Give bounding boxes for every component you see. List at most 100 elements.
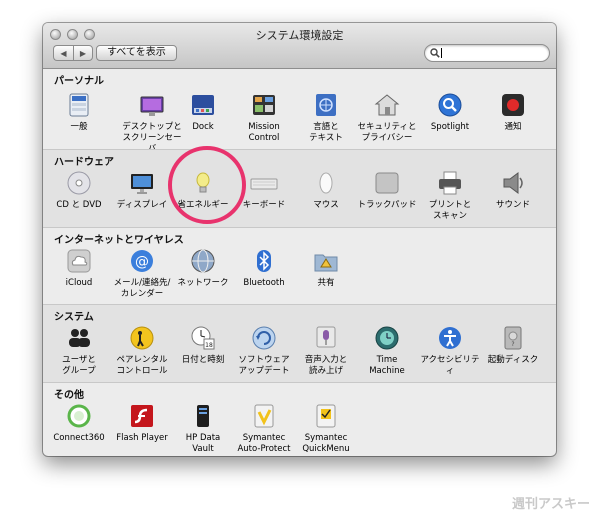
pref-mouse[interactable]: マウス	[293, 169, 359, 211]
section-system: システム ユーザと グループ ペアレンタル コントロール 18 日付と時刻 ソフ…	[43, 305, 556, 382]
pref-label: Symantec QuickMenu	[302, 433, 350, 454]
pref-network[interactable]: ネットワーク	[170, 247, 236, 289]
window-title: システム環境設定	[255, 29, 344, 42]
pref-dictation-speech[interactable]: 音声入力と 読み上げ	[293, 324, 359, 377]
at-sign-icon: @	[128, 247, 156, 275]
pref-mission-control[interactable]: Mission Control	[231, 91, 297, 144]
pref-sound[interactable]: サウンド	[480, 169, 546, 211]
pref-cd-dvd[interactable]: CD と DVD	[46, 169, 112, 211]
svg-text:18: 18	[205, 342, 213, 349]
watermark: 週刊アスキー	[511, 497, 590, 512]
pref-label: Mission Control	[248, 122, 280, 143]
pref-label: Flash Player	[116, 433, 168, 443]
parental-controls-icon	[128, 324, 156, 352]
pref-label: トラックパッド	[357, 200, 417, 210]
pref-label: ネットワーク	[177, 278, 229, 288]
pref-symantec-quickmenu[interactable]: Symantec QuickMenu	[293, 402, 359, 455]
pref-spotlight[interactable]: Spotlight	[417, 91, 483, 133]
pref-label: Bluetooth	[243, 278, 285, 288]
software-update-icon	[250, 324, 278, 352]
pref-bluetooth[interactable]: Bluetooth	[231, 247, 297, 289]
pref-users-groups[interactable]: ユーザと グループ	[46, 324, 112, 377]
section-other: その他 Connect360 Flash Player HP Data Vaul…	[43, 383, 556, 456]
pref-label: 起動ディスク	[487, 355, 539, 365]
pref-label: CD と DVD	[56, 200, 102, 210]
sharing-folder-icon	[312, 247, 340, 275]
pref-parental-controls[interactable]: ペアレンタル コントロール	[109, 324, 175, 377]
search-input[interactable]	[424, 44, 550, 62]
pref-label: ペアレンタル コントロール	[116, 355, 168, 376]
pref-label: Time Machine	[369, 355, 405, 376]
pref-accessibility[interactable]: アクセシビリティ	[417, 324, 483, 377]
bluetooth-icon	[250, 247, 278, 275]
printer-icon	[436, 169, 464, 197]
desktop-icon	[138, 91, 166, 119]
pref-displays[interactable]: ディスプレイ	[109, 169, 175, 211]
section-title: インターネットとワイヤレス	[54, 235, 184, 246]
pref-print-scan[interactable]: プリントと スキャン	[417, 169, 483, 222]
svg-text:@: @	[135, 254, 149, 270]
hard-disk-icon: ?	[499, 324, 527, 352]
pref-label: Symantec Auto-Protect	[237, 433, 291, 454]
pref-label: プリントと スキャン	[428, 200, 472, 221]
keyboard-icon	[250, 169, 278, 197]
general-icon	[65, 91, 93, 119]
svg-text:?: ?	[511, 341, 514, 348]
pref-label: 言語と テキスト	[309, 122, 343, 143]
pref-label: アクセシビリティ	[420, 355, 480, 376]
pref-time-machine[interactable]: Time Machine	[354, 324, 420, 377]
flag-icon	[312, 91, 340, 119]
pref-general[interactable]: 一般	[46, 91, 112, 133]
pref-label: 通知	[504, 122, 522, 132]
pref-label: iCloud	[65, 278, 93, 288]
hp-vault-icon	[189, 402, 217, 430]
display-icon	[128, 169, 156, 197]
pref-label: ディスプレイ	[116, 200, 168, 210]
show-all-button[interactable]: すべてを表示	[96, 45, 177, 61]
pref-icloud[interactable]: iCloud	[46, 247, 112, 289]
pref-mail-contacts-calendars[interactable]: @ メール/連絡先/ カレンダー	[109, 247, 175, 300]
spotlight-icon	[436, 91, 464, 119]
pref-label: サウンド	[495, 200, 530, 210]
users-icon	[65, 324, 93, 352]
notification-icon	[499, 91, 527, 119]
pref-label: メール/連絡先/ カレンダー	[113, 278, 171, 299]
pref-date-time[interactable]: 18 日付と時刻	[170, 324, 236, 366]
pref-label: マウス	[313, 200, 339, 210]
icloud-icon	[65, 247, 93, 275]
pref-sharing[interactable]: 共有	[293, 247, 359, 289]
pref-symantec-auto-protect[interactable]: Symantec Auto-Protect	[231, 402, 297, 455]
pref-language-text[interactable]: 言語と テキスト	[293, 91, 359, 144]
pref-label: Spotlight	[430, 122, 470, 132]
accessibility-icon	[436, 324, 464, 352]
symantec-icon	[312, 402, 340, 430]
pref-label: 音声入力と 読み上げ	[304, 355, 348, 376]
pref-label: Dock	[192, 122, 214, 132]
back-button[interactable]: ◀	[53, 45, 73, 61]
connect360-icon	[65, 402, 93, 430]
pref-flash-player[interactable]: Flash Player	[109, 402, 175, 444]
forward-button[interactable]: ▶	[73, 45, 93, 61]
section-title: ハードウェア	[54, 157, 114, 168]
pref-hp-data-vault[interactable]: HP Data Vault	[170, 402, 236, 455]
pref-dock[interactable]: Dock	[170, 91, 236, 133]
section-title: パーソナル	[54, 76, 104, 87]
pref-software-update[interactable]: ソフトウェア アップデート	[231, 324, 297, 377]
speaker-icon	[499, 169, 527, 197]
text-cursor	[441, 48, 442, 58]
house-icon	[373, 91, 401, 119]
symantec-icon	[250, 402, 278, 430]
time-machine-icon	[373, 324, 401, 352]
pref-label: Connect360	[53, 433, 105, 443]
pref-notifications[interactable]: 通知	[480, 91, 546, 133]
system-preferences-window: システム環境設定 ◀ ▶ すべてを表示 パーソナル 一般 デスクトップと スクリ…	[43, 23, 556, 456]
pref-startup-disk[interactable]: ? 起動ディスク	[480, 324, 546, 366]
network-globe-icon	[189, 247, 217, 275]
trackpad-icon	[373, 169, 401, 197]
pref-connect360[interactable]: Connect360	[46, 402, 112, 444]
pref-label: 共有	[317, 278, 335, 288]
nav-buttons: ◀ ▶	[53, 45, 93, 61]
pref-trackpad[interactable]: トラックパッド	[354, 169, 420, 211]
title-bar: システム環境設定 ◀ ▶ すべてを表示	[43, 23, 556, 69]
pref-security-privacy[interactable]: セキュリティと プライバシー	[354, 91, 420, 144]
